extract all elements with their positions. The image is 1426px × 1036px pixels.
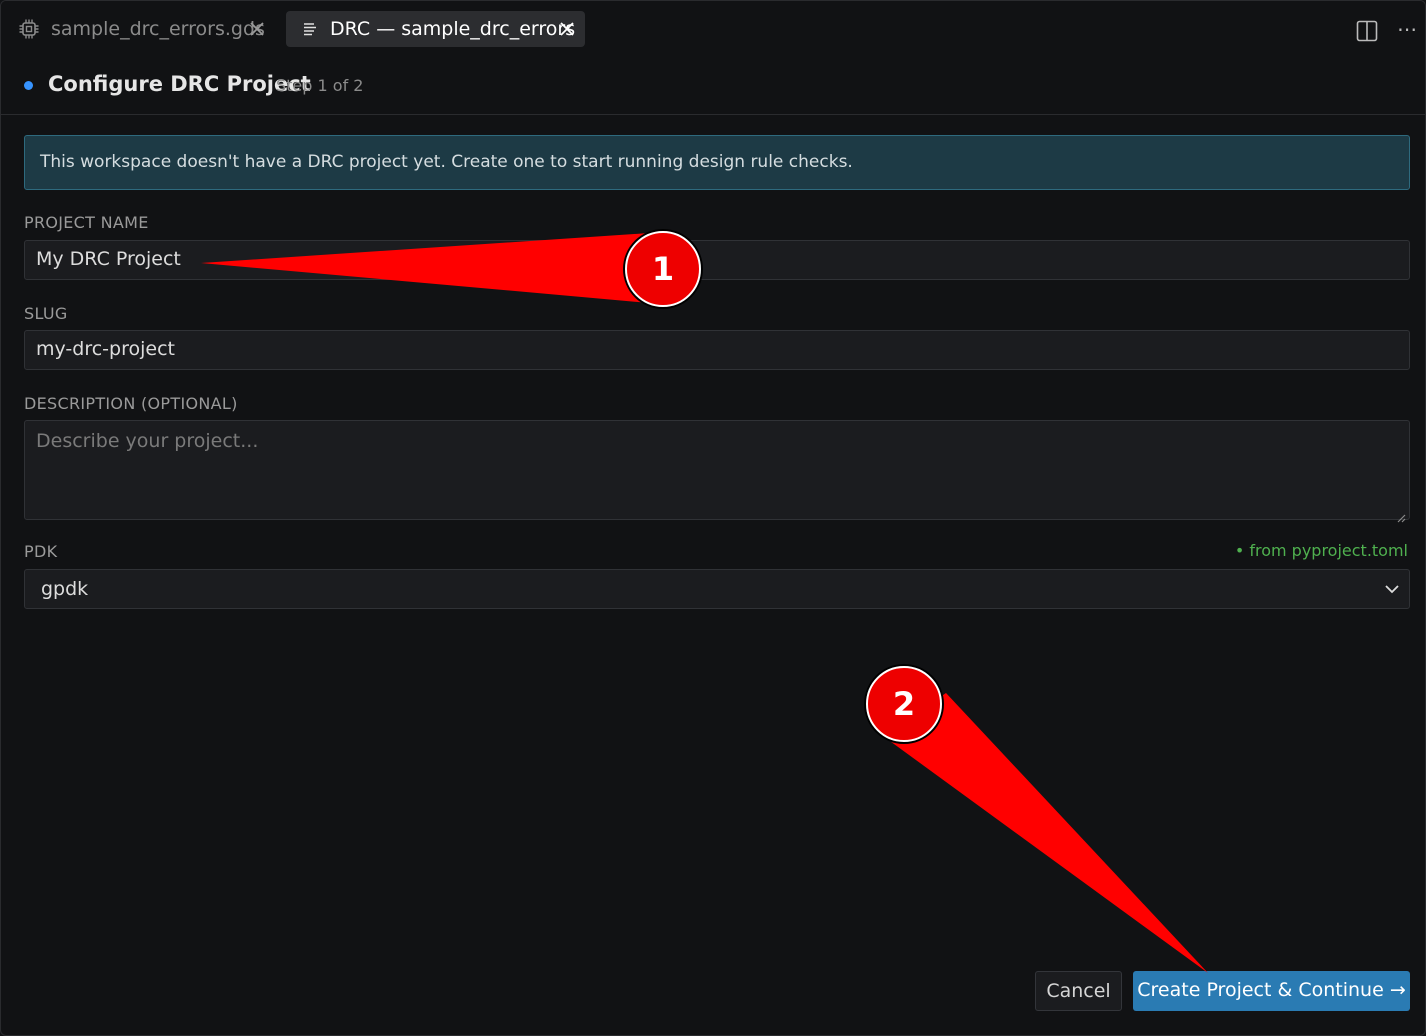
close-icon[interactable] [245, 17, 269, 41]
pdk-label: PDK [24, 542, 58, 561]
split-editor-icon[interactable] [1355, 19, 1379, 43]
description-label: DESCRIPTION (OPTIONAL) [24, 394, 238, 413]
project-name-label: PROJECT NAME [24, 213, 149, 232]
callout-badge-1: 1 [625, 231, 701, 307]
chevron-down-icon [1381, 578, 1403, 600]
tab-gds-file[interactable]: sample_drc_errors.gds [13, 11, 275, 47]
resize-handle-icon[interactable] [1396, 506, 1406, 523]
cancel-button[interactable]: Cancel [1035, 971, 1122, 1011]
callout-badge-2: 2 [866, 666, 942, 742]
list-icon [298, 17, 322, 41]
slug-input[interactable]: my-drc-project [24, 330, 1410, 370]
tab-drc-view[interactable]: DRC — sample_drc_errors [286, 11, 585, 47]
description-textarea[interactable]: Describe your project... [24, 420, 1410, 523]
pdk-select[interactable]: gpdk [24, 569, 1410, 609]
pdk-source-hint: • from pyproject.toml [1234, 541, 1408, 560]
callout-pointer-2 [883, 693, 1208, 973]
editor-window: sample_drc_errors.gds DRC — sample_drc_e… [0, 0, 1426, 1036]
step-indicator: Step 1 of 2 [276, 76, 364, 95]
create-project-button[interactable]: Create Project & Continue → [1133, 971, 1410, 1011]
status-dot [24, 81, 33, 90]
project-name-input[interactable]: My DRC Project [24, 240, 1410, 280]
chip-icon [17, 17, 41, 41]
page-header: Configure DRC Project Step 1 of 2 [1, 59, 1425, 115]
description-placeholder: Describe your project... [36, 430, 259, 452]
tab-label: DRC — sample_drc_errors [330, 18, 576, 40]
pdk-selected-value: gpdk [41, 578, 89, 600]
tab-bar: sample_drc_errors.gds DRC — sample_drc_e… [1, 1, 1425, 59]
slug-label: SLUG [24, 304, 68, 323]
info-banner-text: This workspace doesn't have a DRC projec… [40, 152, 853, 172]
page-title: Configure DRC Project [48, 72, 311, 96]
more-actions-icon[interactable]: ⋯ [1395, 19, 1419, 43]
close-icon[interactable] [555, 17, 579, 41]
tab-label: sample_drc_errors.gds [51, 18, 265, 40]
info-banner: This workspace doesn't have a DRC projec… [24, 135, 1410, 190]
